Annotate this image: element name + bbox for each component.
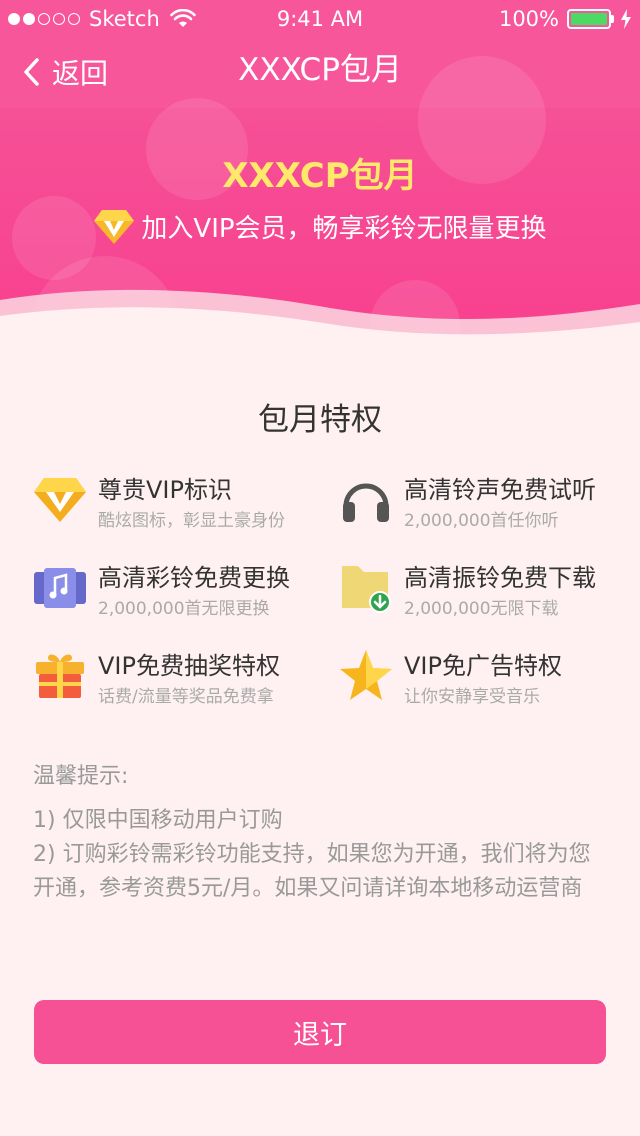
hero-title: XXXCP包月: [222, 156, 418, 196]
battery-cap: [611, 15, 614, 23]
navigation-bar: 返回 XXXCP包月: [0, 40, 640, 104]
privilege-title: VIP免费抽奖特权: [98, 652, 280, 680]
privileges-title: 包月特权: [258, 402, 382, 438]
tips-title: 温馨提示:: [33, 764, 129, 789]
privilege-desc: 2,000,000首任你听: [404, 511, 559, 531]
music-note-icon: [34, 568, 86, 608]
privilege-desc: 话费/流量等奖品免费拿: [98, 687, 274, 707]
battery-level: [571, 13, 607, 25]
tips-text: 1) 仅限中国移动用户订购 2) 订购彩铃需彩铃功能支持，如果您为开通，我们将为…: [33, 804, 609, 906]
star-icon: [340, 650, 392, 700]
privilege-desc: 2,000,000首无限更换: [98, 599, 270, 619]
hero-subtitle: 加入VIP会员，畅享彩铃无限量更换: [141, 214, 547, 244]
vip-diamond-icon: [94, 209, 135, 244]
privilege-title: 高清铃声免费试听: [404, 476, 596, 504]
privilege-title: 尊贵VIP标识: [98, 476, 232, 504]
privilege-title: 高清彩铃免费更换: [98, 564, 290, 592]
privilege-item-preview: 高清铃声免费试听 2,000,000首任你听: [338, 470, 638, 534]
privilege-desc: 酷炫图标，彰显土豪身份: [98, 511, 285, 531]
privilege-desc: 让你安静享受音乐: [404, 687, 540, 707]
charging-bolt-icon: [621, 9, 631, 29]
privilege-title: VIP免广告特权: [404, 652, 562, 680]
status-bar: Sketch 9:41 AM 100%: [0, 0, 640, 40]
tips-line: 1) 仅限中国移动用户订购: [33, 808, 283, 833]
tips-line: 2) 订购彩铃需彩铃功能支持，如果您为开通，我们将为您开通，参考资费5元/月。如…: [33, 842, 591, 901]
status-right: 100%: [499, 7, 632, 31]
headphones-icon: [343, 483, 389, 522]
privilege-item-lottery: VIP免费抽奖特权 话费/流量等奖品免费拿: [32, 646, 332, 710]
privilege-item-no-ads: VIP免广告特权 让你安静享受音乐: [338, 646, 638, 710]
hero-subtitle-row: 加入VIP会员，畅享彩铃无限量更换: [0, 208, 640, 245]
privilege-title: 高清振铃免费下载: [404, 564, 596, 592]
gift-box-icon: [36, 654, 84, 698]
vip-diamond-icon: [34, 478, 86, 522]
page-title: XXXCP包月: [238, 52, 402, 88]
download-folder-icon: [342, 566, 391, 613]
wave-decoration: [0, 289, 640, 340]
battery-icon: [567, 9, 611, 29]
privilege-item-download: 高清振铃免费下载 2,000,000无限下载: [338, 558, 638, 622]
privilege-item-ringback: 高清彩铃免费更换 2,000,000首无限更换: [32, 558, 332, 622]
unsubscribe-button[interactable]: 退订: [34, 1000, 606, 1064]
battery-percent: 100%: [498, 7, 559, 31]
privilege-item-vip-badge: 尊贵VIP标识 酷炫图标，彰显土豪身份: [32, 470, 332, 534]
privilege-desc: 2,000,000无限下载: [404, 599, 559, 619]
